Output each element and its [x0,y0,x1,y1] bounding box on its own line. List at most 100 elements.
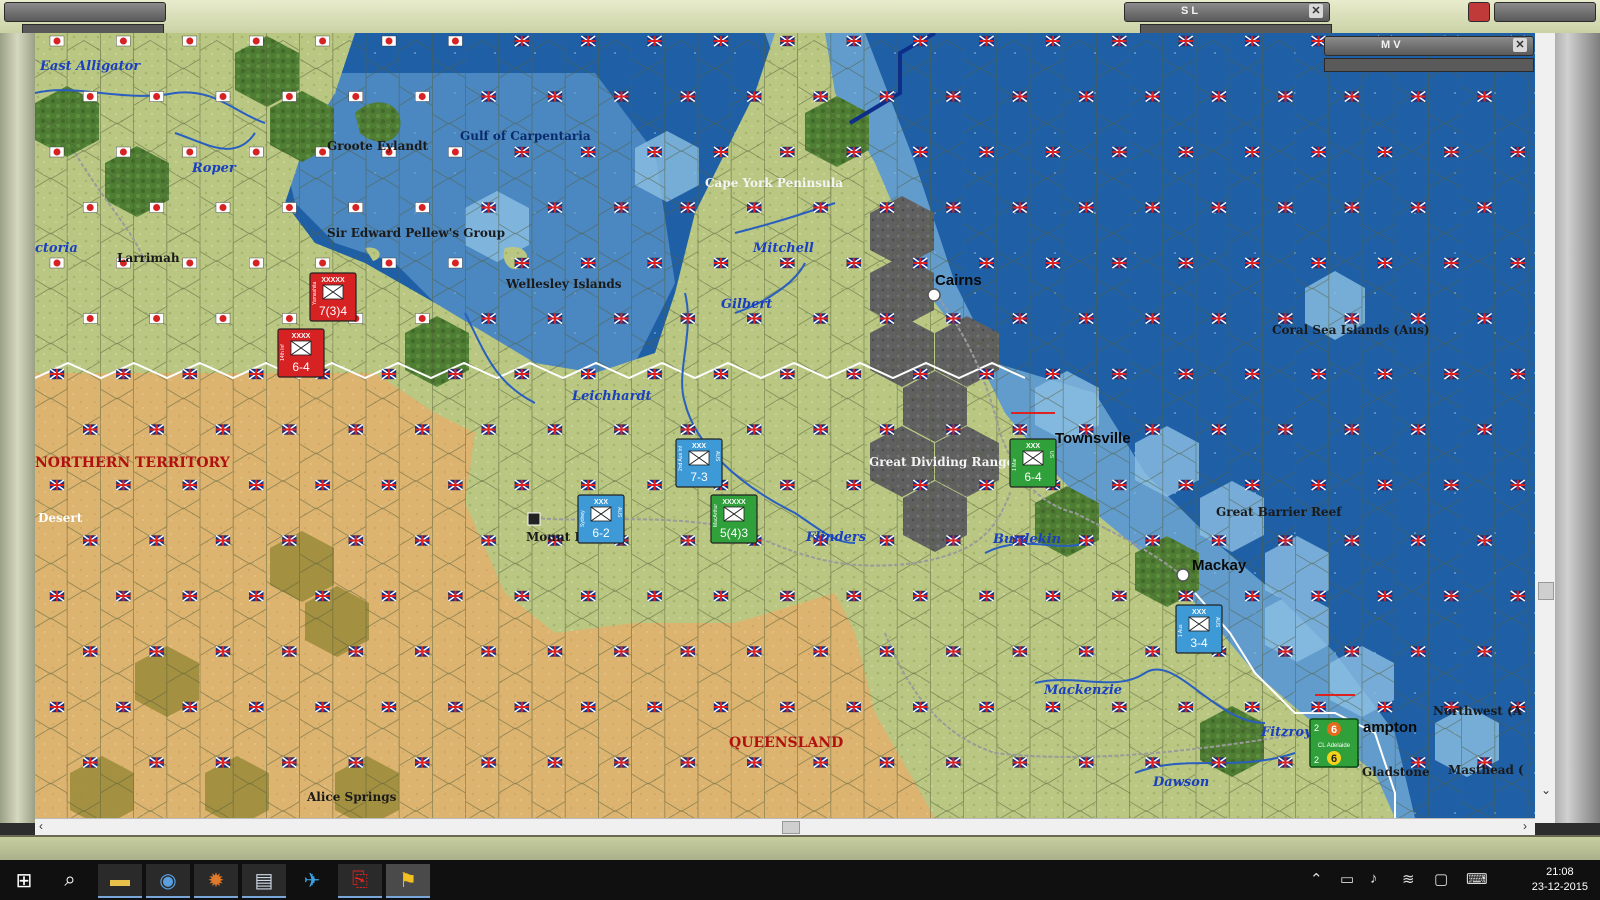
uk-flag-icon [647,257,663,269]
uk-flag-icon [1244,479,1260,491]
uk-flag-icon [879,645,895,658]
mv-window-bar[interactable]: M V ✕ [1324,36,1534,56]
uk-flag-icon [1344,201,1360,214]
unit-strength-label: 5(4)3 [720,526,748,540]
unit-counter-jp2[interactable]: XXXX 14th Inf 6-4 [277,328,325,378]
unit-counter-au2[interactable]: XXX Sydney AUS 6-2 [577,494,625,544]
file-explorer-icon[interactable]: ▬ [98,864,142,898]
japan-flag-icon [282,91,297,102]
uk-flag-icon [481,312,497,325]
uk-flag-icon [846,479,862,491]
uk-flag-icon [713,701,729,713]
unit-counter-us1[interactable]: XXXXXMacArthur5(4)3 [710,494,758,544]
uk-flag-icon [115,590,131,602]
label-fitzroy: Fitzroy [1260,725,1313,740]
unit-counter-jp1[interactable]: XXXXXYamashita7(3)4 [309,272,357,322]
search-icon[interactable]: ⌕ [48,864,92,896]
label-gilbert: Gilbert [721,297,772,312]
uk-flag-icon [879,534,895,547]
uk-flag-icon [1211,534,1227,547]
uk-flag-icon [414,645,430,658]
sl-window-title: S L [1181,5,1199,17]
uk-flag-icon [580,146,596,158]
hq-marker-icon[interactable] [527,512,541,526]
uk-flag-icon [680,201,696,214]
keyboard-icon[interactable]: ⌨ [1466,870,1488,888]
japan-flag-icon [415,202,430,213]
naval-unit-counter[interactable]: 6 6 2 2 CL Adelaide [1309,718,1359,768]
uk-flag-icon [1211,312,1227,325]
unit-size-label: XXX [1026,443,1040,450]
uk-flag-icon [115,368,131,380]
mv-window-title: M V [1381,39,1401,51]
horizontal-scroll-thumb[interactable] [782,821,800,834]
document-viewer-icon[interactable]: ▤ [242,864,286,898]
mwif-game-icon[interactable]: ⚑ [386,864,430,898]
uk-flag-icon [1111,35,1127,47]
label-victoria: ctoria [35,241,78,256]
uk-flag-icon [1045,35,1061,47]
uk-flag-icon [1145,312,1161,325]
close-icon[interactable]: ✕ [1309,4,1323,18]
uk-flag-icon [580,479,596,491]
scroll-down-icon[interactable]: ⌄ [1541,783,1551,797]
sl-window-bar[interactable]: S L ✕ [1124,2,1330,22]
horizontal-scrollbar[interactable]: ‹ › [35,818,1535,835]
uk-flag-icon [713,35,729,47]
uk-flag-icon [912,479,928,491]
uk-flag-icon [1510,146,1526,158]
uk-flag-icon [1178,146,1194,158]
flight-app-icon[interactable]: ✈ [290,864,334,896]
uk-flag-icon [1410,645,1426,658]
close-icon[interactable]: ✕ [1513,38,1527,52]
hex-map[interactable]: East Alligator Roper Groote Eylandt Gulf… [35,33,1535,818]
battery-icon[interactable]: ▭ [1340,870,1354,888]
game-window: S L ✕ M V ✕ East Alligator Roper Groote … [0,0,1600,862]
notifications-icon[interactable]: ▢ [1434,870,1448,888]
uk-flag-icon [1244,701,1260,713]
unit-counter-au3[interactable]: XXX 1 Aus AUS 3-4 [1175,604,1223,654]
uk-flag-icon [1045,257,1061,269]
uk-flag-icon [414,756,430,769]
uk-flag-icon [1078,90,1094,103]
japan-flag-icon [49,146,65,158]
unit-counter-au1[interactable]: XXX 2nd Aus Inf AUS 7-3 [675,438,723,488]
japan-flag-icon [348,91,363,102]
unit-strength-label: 3-4 [1190,636,1208,650]
japan-flag-icon [315,35,330,47]
pdf-reader-icon[interactable]: ⎘ [338,864,382,898]
scroll-right-icon[interactable]: › [1523,819,1527,833]
uk-flag-icon [779,701,795,713]
show-hidden-icons-icon[interactable]: ⌃ [1310,870,1323,888]
uk-flag-icon [215,534,231,547]
unit-counter-us2[interactable]: XXX 1 Mar US 6-4 [1009,438,1057,488]
main-window-controls[interactable] [1494,2,1596,22]
uk-flag-icon [713,368,729,380]
uk-flag-icon [1012,756,1028,769]
game-launcher-icon[interactable]: ✹ [194,864,238,898]
uk-flag-icon [647,590,663,602]
uk-flag-icon [1410,201,1426,214]
uk-flag-icon [182,479,198,491]
label-rockhampton: ampton [1363,719,1417,736]
system-clock[interactable]: 21:08 23-12-2015 [1532,865,1588,895]
uk-flag-icon [82,645,98,658]
uk-flag-icon [447,590,463,602]
vertical-scroll-thumb[interactable] [1538,582,1554,600]
uk-flag-icon [680,423,696,436]
left-window-bar[interactable] [4,2,166,22]
uk-flag-icon [613,423,629,436]
flag-icon[interactable] [1468,2,1490,22]
volume-icon[interactable]: ♪ [1370,870,1378,887]
scroll-left-icon[interactable]: ‹ [39,819,43,833]
windows-logo-icon[interactable]: ⊞ [2,864,46,896]
browser-icon[interactable]: ◉ [146,864,190,898]
label-roper: Roper [191,161,237,176]
uk-flag-icon [912,590,928,602]
japan-flag-icon [448,146,463,158]
city-mackay-icon [1176,568,1190,582]
vertical-scrollbar[interactable] [1535,33,1555,823]
wifi-icon[interactable]: ≋ [1402,870,1415,888]
uk-flag-icon [1178,257,1194,269]
uk-flag-icon [115,701,131,713]
